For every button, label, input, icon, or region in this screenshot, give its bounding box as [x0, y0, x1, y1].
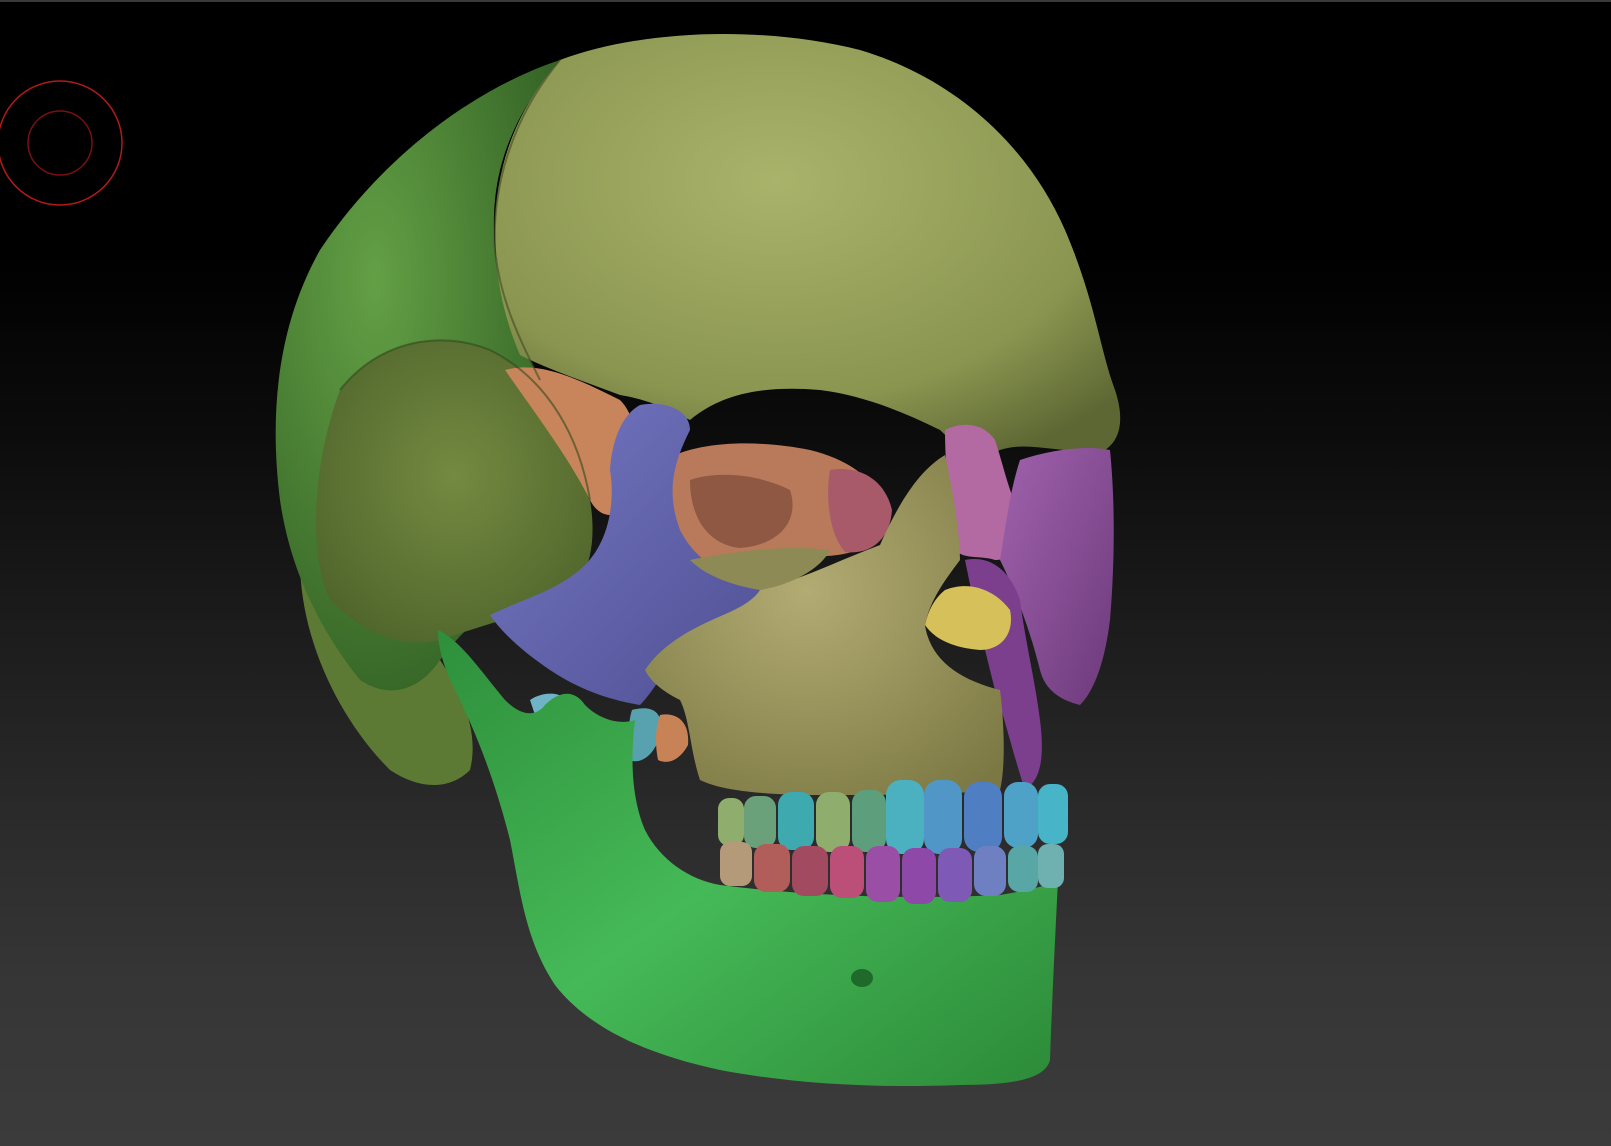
upper-tooth[interactable]	[964, 782, 1002, 852]
lower-tooth[interactable]	[902, 848, 936, 904]
skull-model[interactable]	[0, 0, 1611, 1146]
lower-tooth[interactable]	[830, 846, 864, 898]
upper-tooth[interactable]	[816, 792, 850, 852]
upper-tooth[interactable]	[1038, 784, 1068, 844]
lower-tooth[interactable]	[754, 844, 790, 892]
upper-tooth[interactable]	[718, 798, 744, 846]
upper-tooth[interactable]	[852, 790, 886, 852]
upper-tooth[interactable]	[778, 792, 814, 850]
lower-tooth[interactable]	[974, 846, 1006, 896]
lower-tooth[interactable]	[1008, 846, 1038, 892]
lower-tooth[interactable]	[938, 848, 972, 902]
brush-outer-ring	[0, 80, 123, 206]
brush-cursor-icon	[0, 80, 123, 206]
3d-viewport[interactable]	[0, 0, 1611, 1146]
lower-tooth[interactable]	[866, 846, 900, 902]
pterygoid-right	[655, 714, 689, 762]
lower-tooth[interactable]	[1038, 844, 1064, 888]
mental-foramen	[851, 969, 873, 987]
brush-inner-ring	[27, 110, 93, 176]
upper-tooth[interactable]	[1004, 782, 1038, 848]
upper-tooth[interactable]	[886, 780, 924, 854]
lower-tooth[interactable]	[792, 846, 828, 896]
upper-tooth[interactable]	[924, 780, 962, 854]
upper-tooth[interactable]	[744, 796, 776, 848]
lower-tooth[interactable]	[720, 842, 752, 886]
